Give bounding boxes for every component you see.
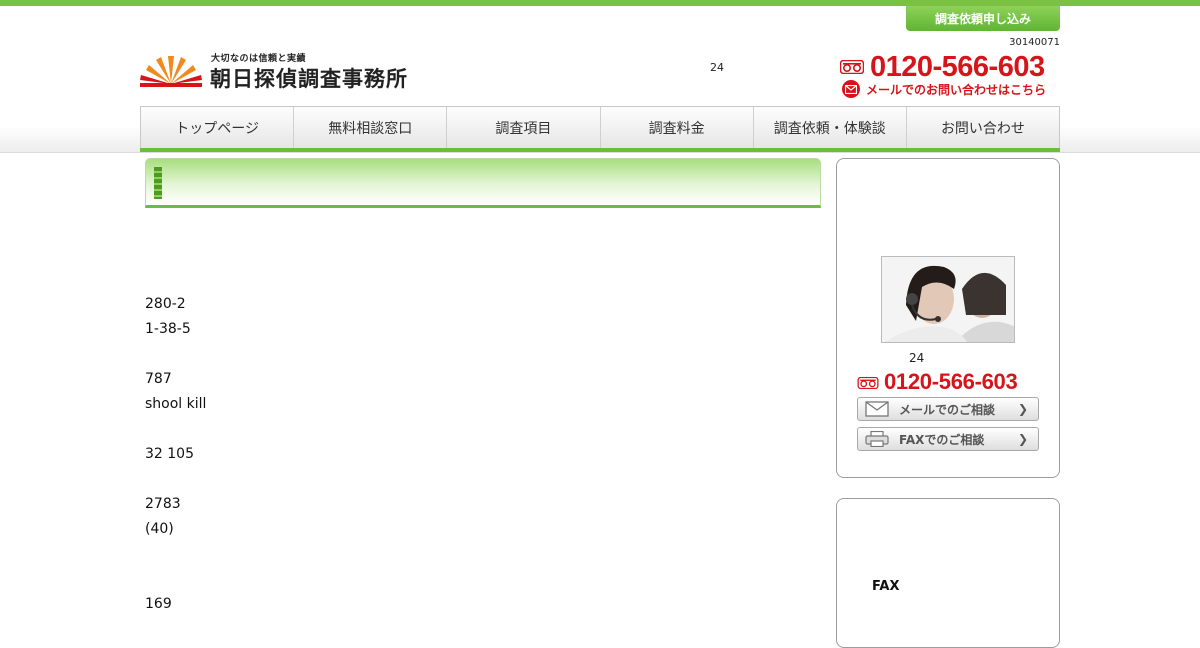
content-line xyxy=(145,567,206,592)
site-logo[interactable]: 大切なのは信頼と実績 朝日探偵調査事務所 xyxy=(140,50,420,91)
free-dial-icon xyxy=(857,377,879,389)
header-code: 30140071 xyxy=(1009,37,1060,48)
envelope-icon xyxy=(865,401,889,417)
mail-consult-button[interactable]: メールでのご相談 ❯ xyxy=(857,397,1039,421)
nav-item-investigations[interactable]: 調査項目 xyxy=(447,107,601,148)
content-line: shool kill xyxy=(145,396,207,412)
fax-consult-button[interactable]: FAXでのご相談 ❯ xyxy=(857,427,1039,451)
page-title-bar xyxy=(145,158,821,208)
content-line: (40) xyxy=(145,521,174,537)
mail-icon xyxy=(842,80,860,98)
content-line xyxy=(145,467,206,492)
sun-logo-icon xyxy=(140,56,202,87)
global-nav: トップページ 無料相談窓口 調査項目 調査料金 調査依頼・体験談 お問い合わせ xyxy=(140,106,1060,148)
content-line: 280-2 xyxy=(145,296,186,312)
content-line xyxy=(145,417,206,442)
content-line xyxy=(145,342,206,367)
free-dial-icon xyxy=(840,60,864,74)
consult-box: 24 0120-566-603 メールでのご相談 ❯ FAXでのご相談 ❯ xyxy=(836,158,1060,478)
content-line: 787 xyxy=(145,371,172,387)
mail-inquiry-link[interactable]: メールでのお問い合わせはこちら xyxy=(842,80,1046,98)
logo-name: 朝日探偵調査事務所 xyxy=(210,66,408,91)
content-line: 32 105 xyxy=(145,446,194,462)
mail-consult-label: メールでのご相談 xyxy=(899,402,996,417)
chevron-right-icon: ❯ xyxy=(1017,402,1028,416)
sidebar-phone-number[interactable]: 0120-566-603 xyxy=(884,369,1018,395)
fax-icon xyxy=(865,431,889,447)
title-marker-icon xyxy=(154,167,162,199)
fax-label: FAX xyxy=(872,579,900,594)
nav-item-top[interactable]: トップページ xyxy=(141,107,295,148)
nav-item-request[interactable]: 調査依頼・体験談 xyxy=(753,107,907,148)
fax-consult-label: FAXでのご相談 xyxy=(899,432,985,447)
second-info-box: FAX xyxy=(836,498,1060,648)
nav-item-contact[interactable]: お問い合わせ xyxy=(906,107,1060,148)
nav-item-fees[interactable]: 調査料金 xyxy=(600,107,754,148)
consult-hours: 24 xyxy=(909,351,925,365)
content-line: 2783 xyxy=(145,496,181,512)
mail-inquiry-label: メールでのお問い合わせはこちら xyxy=(866,82,1047,97)
divider xyxy=(0,152,1200,153)
nav-item-free-consult[interactable]: 無料相談窓口 xyxy=(294,107,448,148)
operator-photo xyxy=(881,256,1015,343)
main-content: 280-2 1-38-5 787 shool kill 32 105 2783 … xyxy=(145,292,206,617)
request-application-button[interactable]: 調査依頼申し込み xyxy=(906,6,1060,31)
content-line: 1-38-5 xyxy=(145,321,191,337)
content-line xyxy=(145,542,206,567)
header-hours: 24 xyxy=(710,61,724,74)
content-line: 169 xyxy=(145,596,172,612)
chevron-right-icon: ❯ xyxy=(1017,432,1028,446)
